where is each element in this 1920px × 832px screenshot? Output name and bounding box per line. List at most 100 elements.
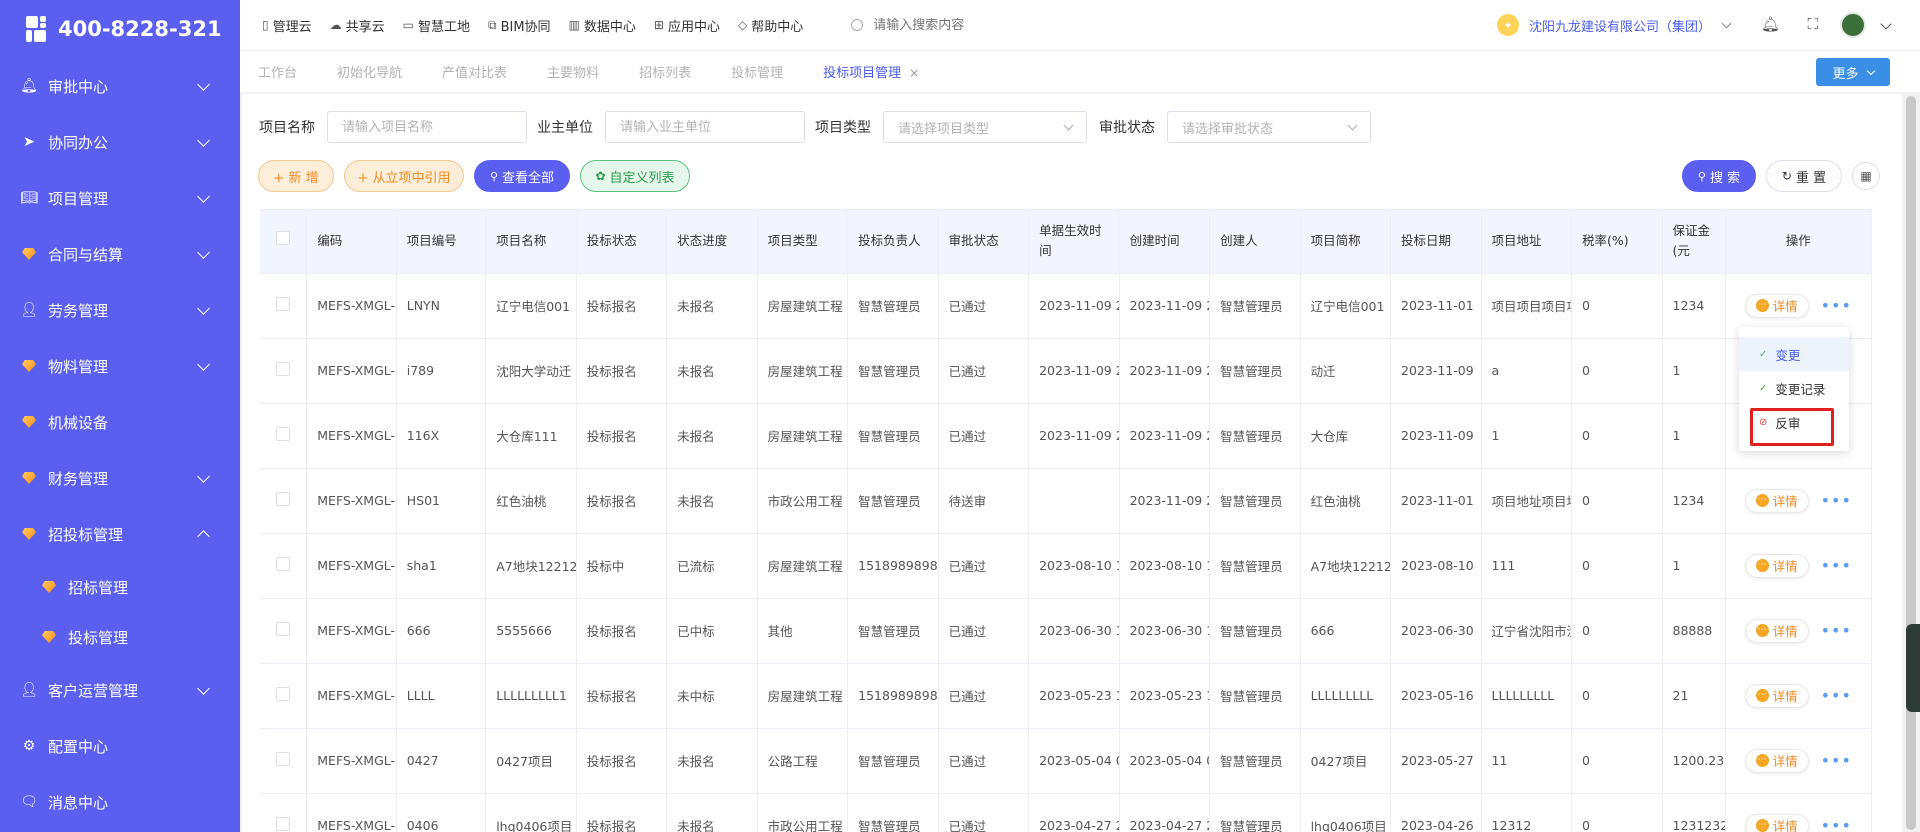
dropdown-item[interactable]: ✓ 变更记录 (1739, 371, 1849, 405)
more-actions-icon[interactable]: ••• (1821, 491, 1852, 510)
bell-icon[interactable]: 🔔︎ (1761, 15, 1780, 33)
table-row[interactable]: MEFS-XMGL-i789 沈阳大学动迁 投标报名 未报名 房屋建筑工程 智慧管理员 已通… (260, 338, 1872, 404)
tab[interactable]: 投标管理 (731, 62, 783, 81)
search-button[interactable]: ⚲ 搜 索 (1682, 160, 1756, 192)
sidebar-item[interactable]: ➤ 协同办公 (0, 114, 240, 170)
top-nav-label: BIM协同 (500, 19, 551, 35)
detail-button[interactable]: ··· 详情 (1744, 553, 1809, 578)
more-actions-icon[interactable]: ••• (1821, 686, 1852, 705)
more-actions-icon[interactable]: ••• (1821, 816, 1852, 832)
table-row[interactable]: MEFS-XMGL- 116X 大仓库111 投标报名 未报名 房屋建筑工程 智慧管理员 已通… (260, 403, 1872, 469)
top-nav-item[interactable]: ▥ 数据中心 (569, 16, 636, 35)
site-icon: ▭ (402, 18, 414, 32)
side-widget[interactable] (1906, 624, 1920, 712)
sidebar-item[interactable]: ⚙ 配置中心 (0, 718, 240, 774)
table-row[interactable]: MEFS-XMGL- HS01 红色油桃 投标报名 未报名 市政公用工程 智慧管理员 待送审 2… (260, 468, 1872, 534)
company-selector[interactable]: ✦ 沈阳九龙建设有限公司（集团） (1496, 0, 1732, 50)
reset-button[interactable]: ↻ 重 置 (1766, 160, 1842, 192)
tab[interactable]: 工作台 (258, 62, 297, 81)
scrollbar-thumb[interactable] (1906, 96, 1916, 830)
sidebar-item[interactable]: 👤︎ 劳务管理 (0, 282, 240, 338)
detail-label: 详情 (1772, 624, 1798, 639)
dropdown-item[interactable]: ✓ 变更 (1739, 337, 1849, 371)
sidebar-item[interactable]: 物料管理 (0, 338, 240, 394)
detail-button[interactable]: ··· 详情 (1744, 813, 1809, 832)
avatar[interactable] (1840, 12, 1866, 38)
top-nav-item[interactable]: ▭ 智慧工地 (403, 16, 470, 35)
sidebar-subitem[interactable]: 招标管理 (0, 562, 240, 612)
sidebar-subitem[interactable]: 投标管理 (0, 612, 240, 662)
sidebar-item[interactable]: 📖︎ 项目管理 (0, 170, 240, 226)
top-nav-item[interactable]: ⧉ BIM协同 (488, 16, 551, 35)
add-button[interactable]: + 新 增 (258, 160, 334, 192)
table-cell: 2023-04-27 2 (1119, 793, 1211, 832)
row-checkbox[interactable] (276, 362, 291, 376)
detail-button[interactable]: ··· 详情 (1744, 488, 1809, 513)
detail-button[interactable]: ··· 详情 (1744, 293, 1809, 318)
vertical-scrollbar[interactable] (1902, 94, 1920, 832)
more-actions-icon[interactable]: ••• (1821, 556, 1852, 575)
dropdown-item-label: 反审 (1775, 415, 1801, 431)
row-checkbox[interactable] (276, 297, 291, 311)
row-checkbox[interactable] (276, 622, 291, 636)
sidebar-item[interactable]: 🔔︎ 审批中心 (0, 58, 240, 114)
table-row[interactable]: MEFS-XMGL- LNYN 辽宁电信001 投标报名 未报名 房屋建筑工程 智慧管理员已… (260, 273, 1872, 339)
top-nav-item[interactable]: ▯ 管理云 (262, 16, 312, 35)
detail-button[interactable]: ··· 详情 (1744, 748, 1809, 773)
table-row[interactable]: MEFS-XMGL- 0427 0427项目 投标报名 未报名 公路工程 智慧管理员 已通过 2… (260, 728, 1872, 794)
approval-status-select[interactable]: 请选择审批状态 (1167, 111, 1371, 143)
row-checkbox[interactable] (276, 427, 291, 441)
row-checkbox[interactable] (276, 752, 291, 766)
top-nav-item[interactable]: ◇ 帮助中心 (738, 16, 803, 35)
column-header: 保证金(元 (1662, 210, 1726, 274)
import-from-project-button[interactable]: + 从立项中引用 (344, 160, 464, 192)
grid-toggle-button[interactable]: ▦ (1852, 162, 1880, 190)
view-all-button[interactable]: ⚲ 查看全部 (474, 160, 570, 192)
tab[interactable]: 投标项目管理 × (823, 62, 919, 81)
row-checkbox[interactable] (276, 492, 291, 506)
table-row[interactable]: MEFS-XMGL-sha1 A7地块12212 投标中 已流标 房屋建筑工程 15189… (260, 533, 1872, 599)
detail-button[interactable]: ··· 详情 (1744, 683, 1809, 708)
sidebar-item[interactable]: 招投标管理 (0, 506, 240, 562)
search-actions: ⚲ 搜 索 ↻ 重 置 ▦ (1682, 160, 1880, 192)
more-actions-icon[interactable]: ••• (1821, 621, 1852, 640)
global-search-input[interactable] (873, 17, 1074, 33)
sidebar-item[interactable]: 财务管理 (0, 450, 240, 506)
sidebar-item[interactable]: 机械设备 (0, 394, 240, 450)
tab[interactable]: 产值对比表 (442, 62, 507, 81)
project-name-input[interactable] (327, 111, 527, 143)
more-actions-icon[interactable]: ••• (1821, 296, 1852, 315)
row-checkbox[interactable] (276, 687, 291, 701)
select-all-checkbox[interactable] (276, 231, 291, 246)
custom-columns-button[interactable]: ✿ 自定义列表 (580, 160, 690, 192)
more-button[interactable]: 更多 (1816, 58, 1890, 86)
sidebar-item[interactable]: 👤︎ 客户运营管理 (0, 662, 240, 718)
close-icon[interactable]: × (909, 66, 919, 80)
chevron-down-icon[interactable] (1880, 18, 1892, 30)
dropdown-item[interactable]: ⊘ 反审 (1739, 405, 1849, 439)
table-row[interactable]: MEFS-XMGL- 666 5555666 投标报名 已中标 其他 智慧管理员 已通过 202… (260, 598, 1872, 664)
tab[interactable]: 招标列表 (639, 62, 691, 81)
owner-input[interactable] (605, 111, 805, 143)
global-search[interactable] (851, 17, 1074, 33)
tab[interactable]: 主要物料 (547, 62, 599, 81)
top-nav-item[interactable]: ⊞ 应用中心 (654, 16, 720, 35)
more-actions-icon[interactable]: ••• (1821, 751, 1852, 770)
tab[interactable]: 初始化导航 (337, 62, 402, 81)
row-checkbox[interactable] (276, 817, 291, 831)
fullscreen-icon[interactable]: ⛶ (1807, 15, 1818, 33)
sidebar-item[interactable]: 合同与结算 (0, 226, 240, 282)
select-all-header (260, 210, 308, 274)
table-row[interactable]: MEFS-XMGL- LLLL LLLLLLLLL1 投标报名 未中标 房屋建筑工程 151… (260, 663, 1872, 729)
project-type-select[interactable]: 请选择项目类型 (883, 111, 1087, 143)
table-cell: LLLL (396, 663, 487, 729)
top-nav-item[interactable]: ☁ 共享云 (330, 16, 385, 35)
table-cell: 投标报名 (576, 793, 668, 832)
table-row[interactable]: MEFS-XMGL- 0406 lhq0406项目 投标报名 未报名 市政公用工程 智慧管理… (260, 793, 1872, 832)
row-checkbox[interactable] (276, 557, 291, 571)
detail-button[interactable]: ··· 详情 (1744, 618, 1809, 643)
sidebar-item[interactable]: 🗨︎ 消息中心 (0, 774, 240, 830)
table-cell: 智慧管理员 (1209, 728, 1301, 794)
column-header: 创建时间 (1119, 210, 1211, 274)
logo[interactable]: 400-8228-321 (0, 0, 240, 58)
